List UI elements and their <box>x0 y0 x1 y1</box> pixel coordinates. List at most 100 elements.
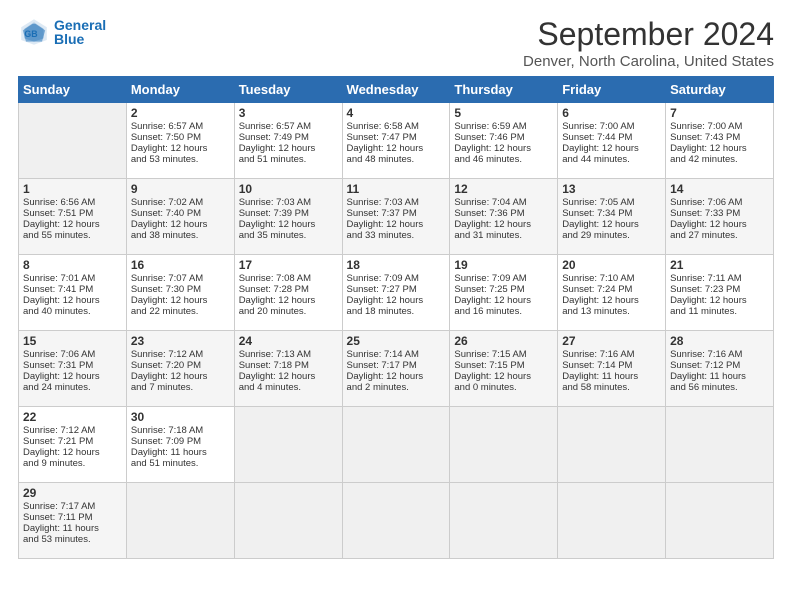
day-number: 28 <box>670 334 769 348</box>
sunrise-text: Sunrise: 7:02 AM <box>131 197 230 208</box>
day-number: 27 <box>562 334 661 348</box>
daylight-text-2: and 56 minutes. <box>670 382 769 393</box>
day-number: 8 <box>23 258 122 272</box>
sunset-text: Sunset: 7:49 PM <box>239 132 338 143</box>
col-saturday: Saturday <box>666 77 774 103</box>
day-number: 7 <box>670 106 769 120</box>
daylight-text-1: Daylight: 11 hours <box>562 371 661 382</box>
svg-text:GB: GB <box>24 29 37 39</box>
daylight-text-1: Daylight: 12 hours <box>670 295 769 306</box>
calendar-cell: 23Sunrise: 7:12 AMSunset: 7:20 PMDayligh… <box>126 331 234 407</box>
day-number: 24 <box>239 334 338 348</box>
sunset-text: Sunset: 7:11 PM <box>23 512 122 523</box>
sunrise-text: Sunrise: 7:12 AM <box>131 349 230 360</box>
calendar-cell <box>558 407 666 483</box>
calendar-cell: 1Sunrise: 6:56 AMSunset: 7:51 PMDaylight… <box>19 179 127 255</box>
col-tuesday: Tuesday <box>234 77 342 103</box>
calendar-cell: 5Sunrise: 6:59 AMSunset: 7:46 PMDaylight… <box>450 103 558 179</box>
calendar-cell: 14Sunrise: 7:06 AMSunset: 7:33 PMDayligh… <box>666 179 774 255</box>
daylight-text-1: Daylight: 12 hours <box>454 295 553 306</box>
sunset-text: Sunset: 7:09 PM <box>131 436 230 447</box>
day-number: 22 <box>23 410 122 424</box>
col-monday: Monday <box>126 77 234 103</box>
daylight-text-2: and 9 minutes. <box>23 458 122 469</box>
calendar-table: Sunday Monday Tuesday Wednesday Thursday… <box>18 76 774 559</box>
day-number: 3 <box>239 106 338 120</box>
page: GB General Blue September 2024 Denver, N… <box>0 0 792 612</box>
daylight-text-2: and 7 minutes. <box>131 382 230 393</box>
calendar-cell: 13Sunrise: 7:05 AMSunset: 7:34 PMDayligh… <box>558 179 666 255</box>
daylight-text-1: Daylight: 12 hours <box>562 143 661 154</box>
sunrise-text: Sunrise: 7:06 AM <box>670 197 769 208</box>
daylight-text-1: Daylight: 12 hours <box>347 219 446 230</box>
calendar-week-4: 22Sunrise: 7:12 AMSunset: 7:21 PMDayligh… <box>19 407 774 483</box>
day-number: 23 <box>131 334 230 348</box>
daylight-text-2: and 31 minutes. <box>454 230 553 241</box>
sunrise-text: Sunrise: 7:04 AM <box>454 197 553 208</box>
daylight-text-2: and 4 minutes. <box>239 382 338 393</box>
daylight-text-2: and 29 minutes. <box>562 230 661 241</box>
calendar-cell: 28Sunrise: 7:16 AMSunset: 7:12 PMDayligh… <box>666 331 774 407</box>
calendar-week-0: 2Sunrise: 6:57 AMSunset: 7:50 PMDaylight… <box>19 103 774 179</box>
calendar-week-5: 29Sunrise: 7:17 AMSunset: 7:11 PMDayligh… <box>19 483 774 559</box>
daylight-text-2: and 35 minutes. <box>239 230 338 241</box>
logo: GB General Blue <box>18 16 106 48</box>
sunset-text: Sunset: 7:36 PM <box>454 208 553 219</box>
daylight-text-2: and 44 minutes. <box>562 154 661 165</box>
day-number: 26 <box>454 334 553 348</box>
calendar-cell: 25Sunrise: 7:14 AMSunset: 7:17 PMDayligh… <box>342 331 450 407</box>
day-number: 30 <box>131 410 230 424</box>
daylight-text-1: Daylight: 12 hours <box>670 219 769 230</box>
title-block: September 2024 Denver, North Carolina, U… <box>523 16 774 70</box>
daylight-text-2: and 48 minutes. <box>347 154 446 165</box>
daylight-text-1: Daylight: 12 hours <box>347 295 446 306</box>
header: GB General Blue September 2024 Denver, N… <box>18 16 774 70</box>
daylight-text-1: Daylight: 12 hours <box>23 371 122 382</box>
sunrise-text: Sunrise: 7:09 AM <box>347 273 446 284</box>
daylight-text-2: and 24 minutes. <box>23 382 122 393</box>
sunset-text: Sunset: 7:37 PM <box>347 208 446 219</box>
daylight-text-1: Daylight: 12 hours <box>23 219 122 230</box>
sunrise-text: Sunrise: 7:01 AM <box>23 273 122 284</box>
sunset-text: Sunset: 7:20 PM <box>131 360 230 371</box>
sunset-text: Sunset: 7:23 PM <box>670 284 769 295</box>
daylight-text-2: and 55 minutes. <box>23 230 122 241</box>
sunrise-text: Sunrise: 7:12 AM <box>23 425 122 436</box>
location-title: Denver, North Carolina, United States <box>523 53 774 70</box>
sunset-text: Sunset: 7:39 PM <box>239 208 338 219</box>
sunset-text: Sunset: 7:33 PM <box>670 208 769 219</box>
calendar-cell: 12Sunrise: 7:04 AMSunset: 7:36 PMDayligh… <box>450 179 558 255</box>
sunrise-text: Sunrise: 7:14 AM <box>347 349 446 360</box>
logo-text: General Blue <box>54 17 106 48</box>
day-number: 10 <box>239 182 338 196</box>
daylight-text-1: Daylight: 12 hours <box>670 143 769 154</box>
calendar-cell: 7Sunrise: 7:00 AMSunset: 7:43 PMDaylight… <box>666 103 774 179</box>
day-number: 16 <box>131 258 230 272</box>
calendar-week-1: 1Sunrise: 6:56 AMSunset: 7:51 PMDaylight… <box>19 179 774 255</box>
daylight-text-1: Daylight: 12 hours <box>347 371 446 382</box>
daylight-text-1: Daylight: 12 hours <box>131 295 230 306</box>
calendar-cell <box>558 483 666 559</box>
calendar-cell <box>450 483 558 559</box>
daylight-text-2: and 51 minutes. <box>239 154 338 165</box>
day-number: 19 <box>454 258 553 272</box>
daylight-text-2: and 2 minutes. <box>347 382 446 393</box>
sunrise-text: Sunrise: 7:08 AM <box>239 273 338 284</box>
sunset-text: Sunset: 7:14 PM <box>562 360 661 371</box>
calendar-cell: 15Sunrise: 7:06 AMSunset: 7:31 PMDayligh… <box>19 331 127 407</box>
calendar-cell: 8Sunrise: 7:01 AMSunset: 7:41 PMDaylight… <box>19 255 127 331</box>
day-number: 14 <box>670 182 769 196</box>
sunrise-text: Sunrise: 7:05 AM <box>562 197 661 208</box>
day-number: 2 <box>131 106 230 120</box>
calendar-cell: 16Sunrise: 7:07 AMSunset: 7:30 PMDayligh… <box>126 255 234 331</box>
daylight-text-1: Daylight: 11 hours <box>670 371 769 382</box>
daylight-text-2: and 53 minutes. <box>131 154 230 165</box>
day-number: 18 <box>347 258 446 272</box>
header-row: Sunday Monday Tuesday Wednesday Thursday… <box>19 77 774 103</box>
daylight-text-1: Daylight: 12 hours <box>239 371 338 382</box>
daylight-text-2: and 38 minutes. <box>131 230 230 241</box>
calendar-cell: 19Sunrise: 7:09 AMSunset: 7:25 PMDayligh… <box>450 255 558 331</box>
daylight-text-1: Daylight: 11 hours <box>131 447 230 458</box>
sunset-text: Sunset: 7:24 PM <box>562 284 661 295</box>
sunset-text: Sunset: 7:27 PM <box>347 284 446 295</box>
